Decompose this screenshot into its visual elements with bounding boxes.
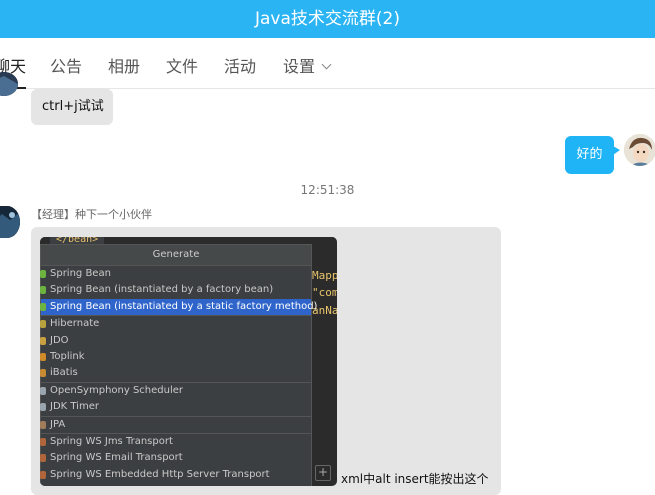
window-title-bar: Java技术交流群(2): [0, 0, 655, 38]
scheduler-icon: [40, 386, 46, 395]
ws-icon: [40, 454, 46, 463]
jdo-icon: [40, 336, 46, 345]
menu-item[interactable]: Spring WS Embedded Http Server Transport: [40, 467, 311, 483]
plus-icon[interactable]: +: [315, 465, 331, 481]
my-message-bubble[interactable]: 好的: [565, 136, 614, 174]
group-title: Java技术交流群(2): [255, 9, 400, 29]
popup-title: Generate: [41, 245, 311, 266]
message-text: ctrl+j试试: [42, 99, 104, 114]
jpa-icon: [40, 420, 46, 429]
tab-settings[interactable]: 设置: [283, 38, 332, 88]
spring-icon: [40, 302, 46, 311]
timestamp: 12:51:38: [300, 183, 355, 197]
menu-item[interactable]: OpenSymphony Scheduler: [40, 381, 311, 399]
menu-item[interactable]: Spring Bean (instantiated by a factory b…: [40, 282, 311, 298]
sender-name: 【经理】种下一个小伙伴: [31, 208, 152, 221]
menu-item[interactable]: JPA: [40, 415, 311, 433]
ibatis-icon: [40, 369, 46, 378]
menu-item[interactable]: Spring WS Jms Transport: [40, 432, 311, 450]
spring-icon: [40, 286, 46, 295]
menu-item[interactable]: JDK Timer: [40, 399, 311, 415]
code-line: "com: [312, 286, 337, 299]
generate-popup: Generate Spring Bean Spring Bean (instan…: [40, 244, 317, 486]
timer-icon: [40, 403, 46, 412]
ws-icon: [40, 470, 46, 479]
tab-announcement[interactable]: 公告: [50, 38, 82, 88]
menu-item[interactable]: Spring WS Email Transport: [40, 450, 311, 466]
menu-item[interactable]: iBatis: [40, 365, 311, 381]
hibernate-icon: [40, 320, 46, 329]
menu-item-selected[interactable]: Spring Bean (instantiated by a static fa…: [40, 298, 317, 316]
tab-settings-label: 设置: [283, 57, 316, 76]
code-line: Mapp: [312, 269, 337, 282]
my-avatar[interactable]: [624, 134, 655, 166]
tab-activity[interactable]: 活动: [224, 38, 256, 88]
tab-files[interactable]: 文件: [166, 38, 198, 88]
message-text: 好的: [576, 147, 603, 162]
message-text: xml中alt insert能按出这个: [341, 472, 489, 486]
menu-item[interactable]: JDO: [40, 333, 311, 349]
tab-bar: 聊天 公告 相册 文件 活动 设置: [0, 38, 655, 89]
sender-avatar[interactable]: [0, 206, 20, 238]
ws-icon: [40, 437, 46, 446]
chevron-down-icon: [321, 59, 332, 70]
message-bubble[interactable]: ctrl+j试试: [31, 89, 113, 125]
menu-item[interactable]: Hibernate: [40, 315, 311, 332]
menu-item[interactable]: Toplink: [40, 349, 311, 365]
bubble-tail: [613, 146, 620, 155]
shared-screenshot[interactable]: </bean> Mapp "com anNa Generate Spring B…: [40, 237, 337, 486]
tab-album[interactable]: 相册: [108, 38, 140, 88]
toplink-icon: [40, 352, 46, 361]
menu-item[interactable]: Spring Bean: [40, 266, 311, 282]
spring-icon: [40, 270, 46, 278]
